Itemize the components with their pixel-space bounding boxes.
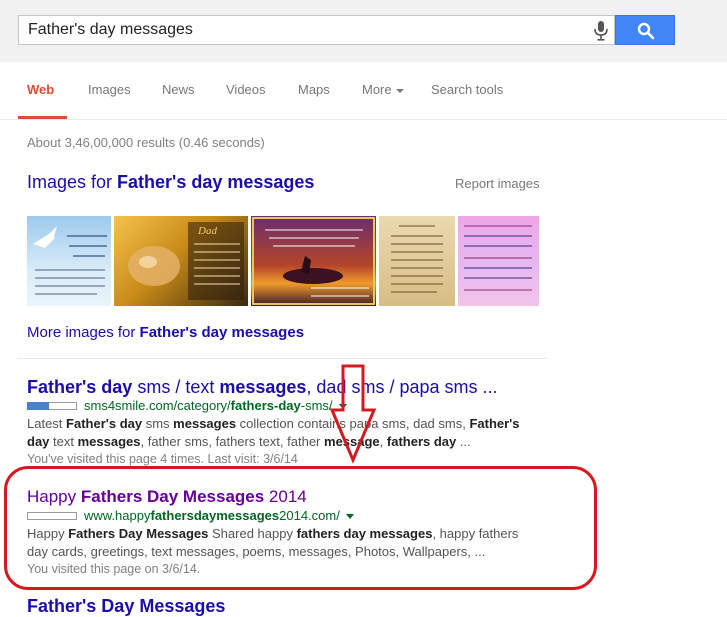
message-card-icon <box>464 225 532 291</box>
sunset-silhouette-icon <box>252 217 375 305</box>
bold-keyword: messages <box>77 434 141 449</box>
tab-videos[interactable]: Videos <box>226 82 266 97</box>
bold-keyword: Father's day <box>66 416 143 431</box>
more-images-link[interactable]: More images for Father's day messages <box>27 324 304 341</box>
result-1-snippet-line-1: Latest Father's day sms messages collect… <box>27 415 537 433</box>
bold-keyword: Father's day <box>27 377 133 397</box>
hands-icon: Dad <box>128 222 244 300</box>
microphone-icon[interactable] <box>589 18 613 44</box>
image-thumbnail-1[interactable] <box>27 216 111 306</box>
text-segment: sms4smile.com/category/ <box>84 398 231 413</box>
text-segment: Latest <box>27 416 67 431</box>
image-thumbnail-3[interactable] <box>251 216 376 306</box>
search-header: Father's day messages <box>0 0 727 63</box>
result-1-snippet-line-2: day text messages, father sms, fathers t… <box>27 433 537 451</box>
highlight-box <box>4 466 597 590</box>
result-1-favicon-fill <box>27 402 49 410</box>
result-1-url[interactable]: sms4smile.com/category/fathers-day-sms/ <box>84 398 347 413</box>
magnifier-icon <box>637 22 655 40</box>
bold-keyword: messages <box>173 416 237 431</box>
bold-keyword: day <box>27 434 50 449</box>
images-heading-prefix: Images for <box>27 172 118 192</box>
result-stats: About 3,46,00,000 results (0.46 seconds) <box>27 135 265 150</box>
search-button[interactable] <box>615 15 675 45</box>
bold-keyword: fathers day <box>386 434 457 449</box>
search-tabs: Web Images News Videos Maps More Search … <box>0 62 727 120</box>
text-segment: sms <box>142 416 174 431</box>
image-thumbnail-2[interactable]: Dad <box>114 216 248 306</box>
images-heading-bold: Father's day messages <box>117 172 315 192</box>
svg-text:Dad: Dad <box>197 225 217 237</box>
result-1-title-link[interactable]: Father's day sms / text messages, dad sm… <box>27 377 498 398</box>
caret-down-icon <box>395 88 404 93</box>
search-query-text[interactable]: Father's day messages <box>28 21 193 39</box>
text-segment: sms / text <box>132 377 220 397</box>
text-segment: text <box>49 434 78 449</box>
bold-keyword: Father's Day Messages <box>27 596 226 616</box>
images-heading-link[interactable]: Images for Father's day messages <box>27 172 314 193</box>
search-input[interactable]: Father's day messages <box>18 15 615 45</box>
result-1-url-text: sms4smile.com/category/fathers-day-sms/ <box>84 398 333 413</box>
bold-keyword: fathers-day <box>230 398 301 413</box>
tab-web[interactable]: Web <box>27 82 54 97</box>
poem-scroll-icon <box>391 225 443 293</box>
text-segment: , father sms, fathers text, father <box>140 434 325 449</box>
more-images-bold: Father's day messages <box>139 324 305 341</box>
tab-more-label: More <box>362 82 392 97</box>
image-thumbnail-5[interactable] <box>458 216 539 306</box>
result-1-snippet: Latest Father's day sms messages collect… <box>27 415 537 451</box>
bold-keyword: Father's <box>469 416 520 431</box>
text-segment: ... <box>456 434 471 449</box>
result-1-visited-note: You've visited this page 4 times. Last v… <box>27 452 298 466</box>
more-images-prefix: More images for <box>27 324 140 341</box>
report-images-link[interactable]: Report images <box>455 176 540 191</box>
tab-news[interactable]: News <box>162 82 195 97</box>
section-divider <box>18 358 548 359</box>
tab-images[interactable]: Images <box>88 82 131 97</box>
active-tab-indicator <box>18 116 67 119</box>
text-segment: -sms/ <box>300 398 333 413</box>
tab-maps[interactable]: Maps <box>298 82 330 97</box>
bold-keyword: messages <box>219 377 307 397</box>
image-thumbnail-4[interactable] <box>379 216 455 306</box>
text-segment: , <box>379 434 387 449</box>
tab-more[interactable]: More <box>362 82 404 97</box>
down-arrow-icon <box>330 364 376 464</box>
dove-icon <box>33 226 107 295</box>
tab-search-tools[interactable]: Search tools <box>431 82 503 97</box>
